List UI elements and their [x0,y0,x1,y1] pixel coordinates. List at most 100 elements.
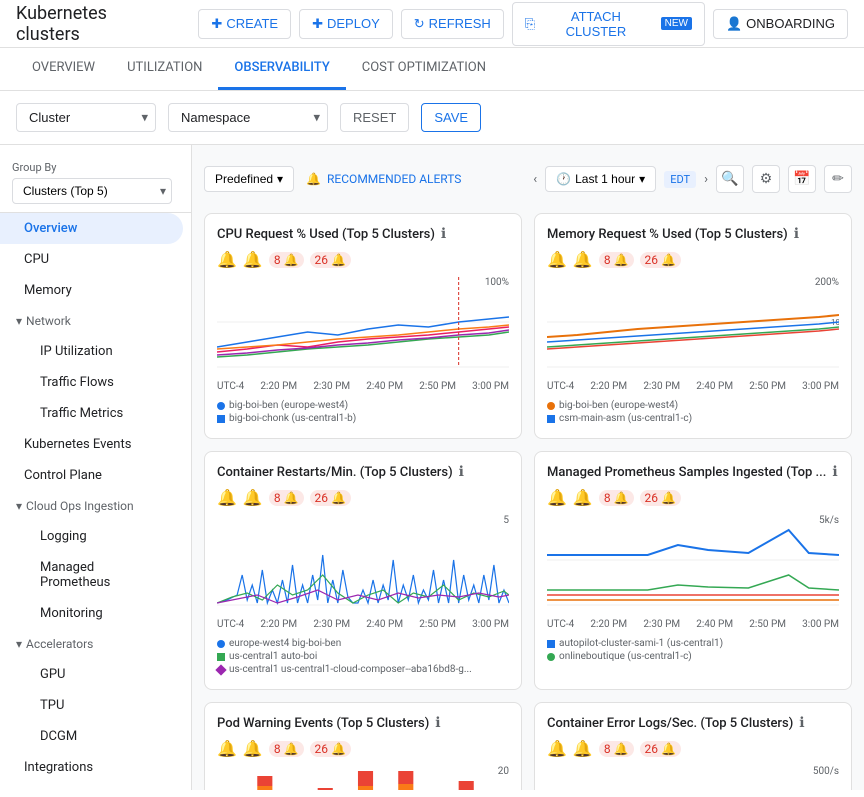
accelerators-chevron-icon: ▾ [16,637,22,651]
edit-icon-btn[interactable]: ✏ [824,165,852,193]
chart-legend-memory: big-boi-ben (europe-west4) csm-main-asm … [547,400,839,424]
settings-icon-btn[interactable]: ⚙ [752,165,780,193]
sidebar-item-integrations[interactable]: Integrations [0,752,183,783]
alert-bell-1-cpu[interactable]: 🔔 [217,250,237,269]
page-title: Kubernetes clusters [16,3,174,45]
chart-info-cpu[interactable]: ℹ [441,226,446,242]
new-badge: NEW [661,17,692,30]
deploy-icon: ✚ [312,16,323,32]
alert-bell-2-prometheus[interactable]: 🔔 [573,488,593,507]
chart-info-error-logs[interactable]: ℹ [799,715,804,731]
alert-bell-2-cpu[interactable]: 🔔 [243,250,263,269]
chart-area-pod-warning: 20 [217,766,509,790]
chart-legend-cpu: big-boi-ben (europe-west4) big-boi-chonk… [217,400,509,424]
sidebar-group-accelerators[interactable]: ▾ Accelerators [0,629,191,659]
chart-alerts-pod-warning: 🔔 🔔 8 🔔 26 🔔 [217,739,509,758]
create-button[interactable]: ✚ CREATE [198,9,291,39]
group-by-select[interactable]: Clusters (Top 5) [12,178,172,204]
sidebar-item-kubernetes-events[interactable]: Kubernetes Events [0,429,183,460]
chart-y-max-pod: 20 [498,766,509,777]
nav-prev-icon[interactable]: ‹ [533,172,537,187]
onboarding-icon: 👤 [726,16,742,32]
sidebar-item-memory[interactable]: Memory [0,275,183,306]
alert-count-8-logs: 8 🔔 [599,741,634,757]
deploy-button[interactable]: ✚ DEPLOY [299,9,393,39]
group-by-label: Group By [12,161,179,174]
predefined-label: Predefined [215,172,273,186]
chart-title-restarts: Container Restarts/Min. (Top 5 Clusters) [217,465,453,480]
tab-utilization[interactable]: UTILIZATION [111,48,218,90]
cluster-select[interactable]: Cluster [16,103,156,132]
chart-info-restarts[interactable]: ℹ [459,464,464,480]
sidebar-item-managed-prometheus[interactable]: Managed Prometheus [0,552,183,598]
cloud-ops-chevron-icon: ▾ [16,499,22,513]
alert-bell-1-logs[interactable]: 🔔 [547,739,567,758]
chart-alerts-memory: 🔔 🔔 8 🔔 26 🔔 [547,250,839,269]
clock-icon: 🕐 [556,172,571,186]
alert-bell-1-memory[interactable]: 🔔 [547,250,567,269]
chart-info-pod-warning[interactable]: ℹ [435,715,440,731]
reset-button[interactable]: RESET [340,103,409,132]
search-icon-btn[interactable]: 🔍 [716,165,744,193]
sidebar-item-traffic-metrics[interactable]: Traffic Metrics [0,398,183,429]
sidebar-item-overview[interactable]: Overview [0,213,183,244]
create-icon: ✚ [211,16,222,32]
chart-area-cpu: 100% [217,277,509,377]
alert-bell-2-logs[interactable]: 🔔 [573,739,593,758]
nav-next-icon[interactable]: › [704,172,708,187]
namespace-select[interactable]: Namespace [168,103,328,132]
sidebar-item-traffic-flows[interactable]: Traffic Flows [0,367,183,398]
chart-x-labels-prometheus: UTC-4 2:20 PM 2:30 PM 2:40 PM 2:50 PM 3:… [547,619,839,634]
predefined-button[interactable]: Predefined ▾ [204,166,294,192]
attach-cluster-button[interactable]: ⎘ ATTACH CLUSTER NEW [512,2,705,46]
alert-bell-1-restarts[interactable]: 🔔 [217,488,237,507]
chart-y-max-restarts: 5 [503,515,509,526]
alert-count-8-pod: 8 🔔 [269,741,304,757]
chart-y-max-memory: 200% [815,277,839,288]
time-label: Last 1 hour [575,172,635,186]
legend-diamond-restarts [215,664,226,675]
chart-info-memory[interactable]: ℹ [794,226,799,242]
onboarding-button[interactable]: 👤 ONBOARDING [713,9,848,39]
chart-y-max-logs: 500/s [813,766,839,777]
tab-overview[interactable]: OVERVIEW [16,48,111,90]
sidebar-group-cloud-ops[interactable]: ▾ Cloud Ops Ingestion [0,491,191,521]
chart-x-labels-cpu: UTC-4 2:20 PM 2:30 PM 2:40 PM 2:50 PM 3:… [217,381,509,396]
sidebar-group-network[interactable]: ▾ Network [0,306,191,336]
recommended-alerts-button[interactable]: 🔔 RECOMMENDED ALERTS [306,172,461,186]
refresh-button[interactable]: ↻ REFRESH [401,9,504,39]
chart-title-error-logs: Container Error Logs/Sec. (Top 5 Cluster… [547,716,793,731]
sidebar-item-logging[interactable]: Logging [0,521,183,552]
chart-area-error-logs: 500/s [547,766,839,790]
alert-bell-1-prometheus[interactable]: 🔔 [547,488,567,507]
tab-observability[interactable]: OBSERVABILITY [218,48,345,90]
time-range-button[interactable]: 🕐 Last 1 hour ▾ [545,166,656,192]
sidebar: Group By Clusters (Top 5) ▾ Overview CPU… [0,145,192,790]
alert-count-26-cpu: 26 🔔 [310,252,351,268]
sidebar-item-cpu[interactable]: CPU [0,244,183,275]
alert-bell-2-pod[interactable]: 🔔 [243,739,263,758]
sidebar-item-dcgm[interactable]: DCGM [0,721,183,752]
save-button[interactable]: SAVE [421,103,481,132]
sidebar-item-monitoring[interactable]: Monitoring [0,598,183,629]
chart-area-prometheus: 5k/s [547,515,839,615]
tab-cost-optimization[interactable]: COST OPTIMIZATION [346,48,502,90]
sidebar-item-ip-utilization[interactable]: IP Utilization [0,336,183,367]
network-label: Network [26,314,71,328]
calendar-icon-btn[interactable]: 📅 [788,165,816,193]
alert-count-26-memory: 26 🔔 [640,252,681,268]
chart-title-cpu: CPU Request % Used (Top 5 Clusters) [217,227,435,242]
cloud-ops-label: Cloud Ops Ingestion [26,499,134,513]
sidebar-item-control-plane[interactable]: Control Plane [0,460,183,491]
sidebar-item-gpu[interactable]: GPU [0,659,183,690]
chart-info-prometheus[interactable]: ℹ [832,464,837,480]
chart-card-pod-warning: Pod Warning Events (Top 5 Clusters) ℹ 🔔 … [204,702,522,790]
alert-bell-2-restarts[interactable]: 🔔 [243,488,263,507]
chart-card-managed-prometheus: Managed Prometheus Samples Ingested (Top… [534,451,852,690]
sidebar-item-tpu[interactable]: TPU [0,690,183,721]
alert-bell-1-pod[interactable]: 🔔 [217,739,237,758]
chart-y-max-prometheus: 5k/s [819,515,839,526]
header: Kubernetes clusters ✚ CREATE ✚ DEPLOY ↻ … [0,0,864,48]
alert-bar: Predefined ▾ 🔔 RECOMMENDED ALERTS ‹ 🕐 La… [204,157,852,201]
alert-bell-2-memory[interactable]: 🔔 [573,250,593,269]
